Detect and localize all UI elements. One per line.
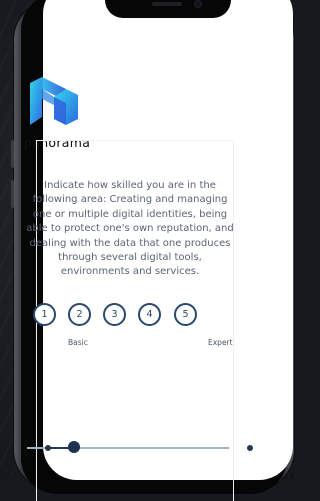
- panorama-logo-icon: [30, 77, 78, 125]
- rating-option-5[interactable]: 5: [174, 303, 197, 326]
- volume-up-button: [11, 140, 14, 168]
- rating-option-2[interactable]: 2: [68, 303, 91, 326]
- scale-max-label: Expert: [208, 338, 233, 347]
- rating-scale: 1 2 3 4 5: [33, 303, 223, 329]
- progress-end-dot: [247, 445, 253, 451]
- scale-min-label: Basic: [68, 338, 88, 347]
- front-camera-icon: [194, 0, 202, 8]
- rating-option-1[interactable]: 1: [33, 303, 56, 326]
- speaker-grille: [152, 2, 182, 6]
- phone-notch: [105, 0, 231, 18]
- rating-option-4[interactable]: 4: [138, 303, 161, 326]
- question-text: Indicate how skilled you are in the foll…: [26, 180, 234, 278]
- rating-option-3[interactable]: 3: [103, 303, 126, 326]
- progress-start-dot: [45, 445, 51, 451]
- volume-down-button: [11, 180, 14, 208]
